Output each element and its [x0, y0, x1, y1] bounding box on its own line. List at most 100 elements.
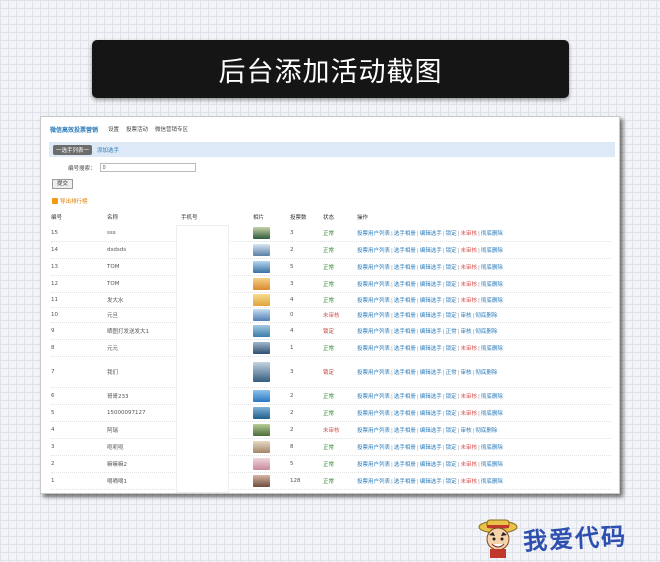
- action-vote-users-link[interactable]: 投票用户列表: [357, 282, 390, 288]
- action-album-link[interactable]: 选手相册: [394, 282, 416, 288]
- action-album-link[interactable]: 选手相册: [394, 370, 416, 376]
- action-delete-link[interactable]: 彻底删除: [475, 370, 497, 376]
- action-delete-link[interactable]: 彻底删除: [481, 298, 503, 304]
- action-lock-toggle-link[interactable]: 锁定: [446, 445, 457, 451]
- action-vote-users-link[interactable]: 投票用户列表: [357, 298, 390, 304]
- action-delete-link[interactable]: 彻底删除: [481, 411, 503, 417]
- action-lock-toggle-link[interactable]: 锁定: [446, 394, 457, 400]
- action-lock-toggle-link[interactable]: 锁定: [446, 411, 457, 417]
- action-lock-toggle-link[interactable]: 锁定: [446, 248, 457, 254]
- action-review-link[interactable]: 审核: [461, 313, 472, 319]
- action-vote-users-link[interactable]: 投票用户列表: [357, 479, 390, 485]
- nav-link-marketing-zone[interactable]: 微信营销专区: [155, 125, 188, 133]
- action-vote-users-link[interactable]: 投票用户列表: [357, 462, 390, 468]
- action-review-link[interactable]: 未审核: [461, 479, 478, 485]
- action-album-link[interactable]: 选手相册: [394, 298, 416, 304]
- action-edit-link[interactable]: 编辑选手: [420, 298, 442, 304]
- action-delete-link[interactable]: 彻底删除: [475, 313, 497, 319]
- action-album-link[interactable]: 选手相册: [394, 445, 416, 451]
- action-edit-link[interactable]: 编辑选手: [420, 313, 442, 319]
- action-edit-link[interactable]: 编辑选手: [420, 248, 442, 254]
- nav-link-settings[interactable]: 设置: [108, 125, 119, 133]
- action-review-link[interactable]: 未审核: [461, 231, 478, 237]
- action-delete-link[interactable]: 彻底删除: [481, 394, 503, 400]
- action-edit-link[interactable]: 编辑选手: [420, 445, 442, 451]
- action-vote-users-link[interactable]: 投票用户列表: [357, 329, 390, 335]
- action-delete-link[interactable]: 彻底删除: [475, 329, 497, 335]
- action-delete-link[interactable]: 彻底删除: [481, 346, 503, 352]
- action-album-link[interactable]: 选手相册: [394, 479, 416, 485]
- action-edit-link[interactable]: 编辑选手: [420, 411, 442, 417]
- action-lock-toggle-link[interactable]: 锁定: [446, 313, 457, 319]
- action-vote-users-link[interactable]: 投票用户列表: [357, 394, 390, 400]
- action-album-link[interactable]: 选手相册: [394, 411, 416, 417]
- action-lock-toggle-link[interactable]: 锁定: [446, 282, 457, 288]
- action-delete-link[interactable]: 彻底删除: [481, 231, 503, 237]
- action-album-link[interactable]: 选手相册: [394, 346, 416, 352]
- action-review-link[interactable]: 未审核: [461, 298, 478, 304]
- action-lock-toggle-link[interactable]: 正常: [446, 370, 457, 376]
- action-edit-link[interactable]: 编辑选手: [420, 329, 442, 335]
- action-vote-users-link[interactable]: 投票用户列表: [357, 370, 390, 376]
- action-lock-toggle-link[interactable]: 锁定: [446, 428, 457, 434]
- submit-button[interactable]: 提交: [52, 179, 74, 189]
- action-vote-users-link[interactable]: 投票用户列表: [357, 445, 390, 451]
- action-edit-link[interactable]: 编辑选手: [420, 370, 442, 376]
- action-review-link[interactable]: 未审核: [461, 248, 478, 254]
- action-album-link[interactable]: 选手相册: [394, 329, 416, 335]
- action-vote-users-link[interactable]: 投票用户列表: [357, 248, 390, 254]
- action-delete-link[interactable]: 彻底删除: [481, 265, 503, 271]
- action-album-link[interactable]: 选手相册: [394, 394, 416, 400]
- action-edit-link[interactable]: 编辑选手: [420, 346, 442, 352]
- action-album-link[interactable]: 选手相册: [394, 462, 416, 468]
- export-ranking-link[interactable]: 导出排行榜: [52, 197, 88, 205]
- action-delete-link[interactable]: 彻底删除: [481, 445, 503, 451]
- action-edit-link[interactable]: 编辑选手: [420, 282, 442, 288]
- tab-contestant-list[interactable]: 一选手列表一: [53, 144, 93, 155]
- cell-actions: 投票用户列表|选手相册|编辑选手|锁定|未审核|彻底删除: [357, 394, 503, 400]
- action-edit-link[interactable]: 编辑选手: [420, 231, 442, 237]
- action-lock-toggle-link[interactable]: 锁定: [446, 346, 457, 352]
- action-album-link[interactable]: 选手相册: [394, 313, 416, 319]
- action-review-link[interactable]: 审核: [461, 370, 472, 376]
- action-vote-users-link[interactable]: 投票用户列表: [357, 346, 390, 352]
- action-delete-link[interactable]: 彻底删除: [481, 248, 503, 254]
- action-lock-toggle-link[interactable]: 锁定: [446, 265, 457, 271]
- action-review-link[interactable]: 未审核: [461, 265, 478, 271]
- action-vote-users-link[interactable]: 投票用户列表: [357, 231, 390, 237]
- action-lock-toggle-link[interactable]: 正常: [446, 329, 457, 335]
- action-edit-link[interactable]: 编辑选手: [420, 265, 442, 271]
- action-vote-users-link[interactable]: 投票用户列表: [357, 313, 390, 319]
- action-review-link[interactable]: 审核: [461, 329, 472, 335]
- action-vote-users-link[interactable]: 投票用户列表: [357, 411, 390, 417]
- action-lock-toggle-link[interactable]: 锁定: [446, 231, 457, 237]
- action-delete-link[interactable]: 彻底删除: [481, 479, 503, 485]
- action-lock-toggle-link[interactable]: 锁定: [446, 462, 457, 468]
- action-review-link[interactable]: 审核: [461, 428, 472, 434]
- action-review-link[interactable]: 未审核: [461, 282, 478, 288]
- action-review-link[interactable]: 未审核: [461, 462, 478, 468]
- nav-link-vote-activity[interactable]: 投票活动: [126, 125, 148, 133]
- action-edit-link[interactable]: 编辑选手: [420, 462, 442, 468]
- action-delete-link[interactable]: 彻底删除: [481, 282, 503, 288]
- cell-name: 阿瑞: [107, 428, 119, 434]
- action-album-link[interactable]: 选手相册: [394, 248, 416, 254]
- action-delete-link[interactable]: 彻底删除: [481, 462, 503, 468]
- action-edit-link[interactable]: 编辑选手: [420, 479, 442, 485]
- action-album-link[interactable]: 选手相册: [394, 231, 416, 237]
- action-edit-link[interactable]: 编辑选手: [420, 428, 442, 434]
- action-lock-toggle-link[interactable]: 锁定: [446, 479, 457, 485]
- action-album-link[interactable]: 选手相册: [394, 428, 416, 434]
- action-vote-users-link[interactable]: 投票用户列表: [357, 428, 390, 434]
- action-vote-users-link[interactable]: 投票用户列表: [357, 265, 390, 271]
- action-lock-toggle-link[interactable]: 锁定: [446, 298, 457, 304]
- action-review-link[interactable]: 未审核: [461, 445, 478, 451]
- action-edit-link[interactable]: 编辑选手: [420, 394, 442, 400]
- action-review-link[interactable]: 未审核: [461, 411, 478, 417]
- action-review-link[interactable]: 未审核: [461, 346, 478, 352]
- action-delete-link[interactable]: 彻底删除: [475, 428, 497, 434]
- tab-add-contestant[interactable]: 添加选手: [97, 146, 119, 154]
- search-input[interactable]: [99, 163, 196, 172]
- action-review-link[interactable]: 未审核: [461, 394, 478, 400]
- action-album-link[interactable]: 选手相册: [394, 265, 416, 271]
